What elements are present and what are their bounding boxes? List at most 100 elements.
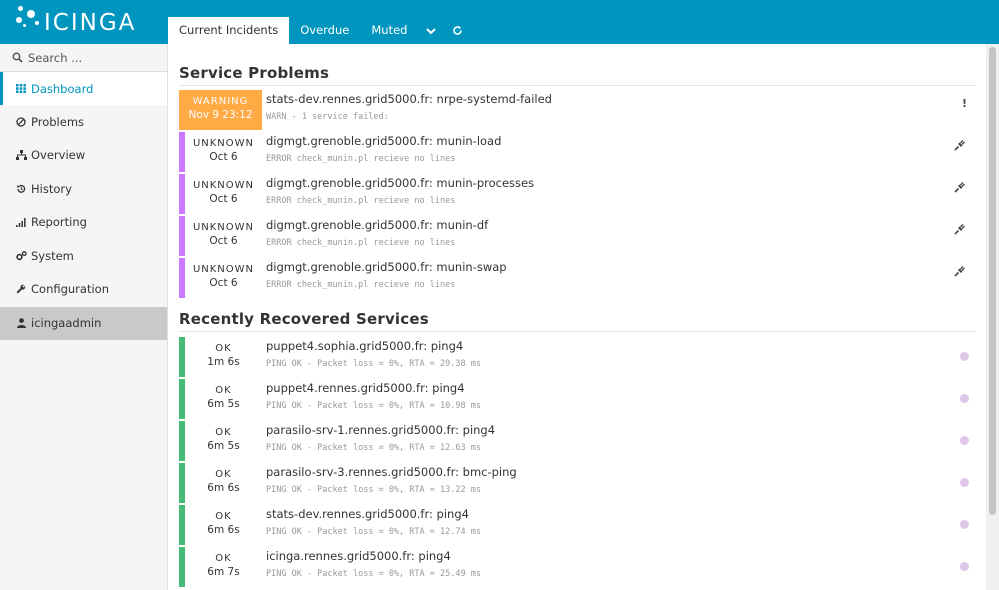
header: icinga Current Incidents Overdue Muted (0, 0, 999, 44)
sidebar-item-system[interactable]: System (0, 239, 167, 272)
plugin-output: ERROR check_munin.pl recieve no lines (266, 238, 456, 248)
search-placeholder: Search ... (28, 50, 83, 65)
service-name[interactable]: puppet4.sophia.grid5000.fr: ping4 (266, 339, 463, 353)
state-label: OK (215, 343, 232, 354)
system-icon (13, 250, 29, 261)
service-name[interactable]: stats-dev.rennes.grid5000.fr: nrpe-syste… (266, 92, 552, 106)
state-time: Nov 9 23:12 (188, 109, 253, 121)
service-name[interactable]: digmgt.grenoble.grid5000.fr: munin-proce… (266, 176, 534, 190)
sidebar-item-history[interactable]: History (0, 172, 167, 205)
sidebar: Search ... Dashboard Problems Overview H… (0, 44, 168, 590)
status-dot (960, 520, 969, 529)
scrollbar-thumb[interactable] (989, 47, 996, 515)
service-row[interactable]: UNKNOWN Oct 6 digmgt.grenoble.grid5000.f… (179, 216, 976, 256)
icinga-logo[interactable]: icinga (14, 2, 136, 40)
reporting-icon (13, 217, 29, 227)
state-time: Oct 6 (209, 277, 238, 289)
state-badge: UNKNOWN Oct 6 (179, 258, 262, 298)
plugin-output: ERROR check_munin.pl recieve no lines (266, 196, 456, 206)
service-row[interactable]: UNKNOWN Oct 6 digmgt.grenoble.grid5000.f… (179, 132, 976, 172)
sidebar-item-overview[interactable]: Overview (0, 139, 167, 172)
sidebar-item-label: Configuration (31, 282, 109, 297)
state-label: UNKNOWN (192, 138, 255, 149)
plugin-output: ERROR check_munin.pl recieve no lines (266, 280, 456, 290)
service-row[interactable]: OK 6m 5s parasilo-srv-1.rennes.grid5000.… (179, 421, 976, 461)
state-label: OK (215, 427, 232, 438)
service-name[interactable]: puppet4.rennes.grid5000.fr: ping4 (266, 381, 465, 395)
refresh-button[interactable] (444, 17, 470, 44)
search-input[interactable]: Search ... (0, 44, 167, 72)
state-time: 6m 5s (207, 398, 240, 410)
state-badge: OK 6m 5s (179, 421, 262, 461)
service-name[interactable]: digmgt.grenoble.grid5000.fr: munin-swap (266, 260, 507, 274)
sidebar-item-label: Reporting (31, 215, 87, 230)
service-row[interactable]: OK 1m 6s puppet4.sophia.grid5000.fr: pin… (179, 337, 976, 377)
service-row[interactable]: UNKNOWN Oct 6 digmgt.grenoble.grid5000.f… (179, 174, 976, 214)
state-time: 6m 5s (207, 440, 240, 452)
plug-icon (954, 224, 965, 235)
state-badge: OK 6m 7s (179, 547, 262, 587)
exclamation-icon: ! (961, 97, 967, 110)
sidebar-item-label: System (31, 248, 74, 263)
state-badge: OK 6m 5s (179, 379, 262, 419)
service-row[interactable]: WARNING Nov 9 23:12 stats-dev.rennes.gri… (179, 90, 976, 130)
state-label: OK (215, 553, 232, 564)
sidebar-item-configuration[interactable]: Configuration (0, 272, 167, 305)
recently-recovered-title[interactable]: Recently Recovered Services (179, 310, 976, 332)
scrollbar[interactable] (986, 44, 999, 590)
tab-overdue[interactable]: Overdue (289, 17, 360, 44)
service-row[interactable]: OK 6m 6s parasilo-srv-3.rennes.grid5000.… (179, 463, 976, 503)
state-label: UNKNOWN (192, 264, 255, 275)
state-label: UNKNOWN (192, 222, 255, 233)
service-row[interactable]: UNKNOWN Oct 6 digmgt.grenoble.grid5000.f… (179, 258, 976, 298)
state-label: WARNING (192, 96, 249, 107)
status-dot (960, 394, 969, 403)
plugin-output: PING OK - Packet loss = 0%, RTA = 29.38 … (266, 359, 481, 369)
logo-text: icinga (44, 10, 137, 36)
status-dot (960, 478, 969, 487)
tab-dropdown[interactable] (418, 17, 444, 44)
sidebar-item-user[interactable]: icingaadmin (0, 306, 167, 341)
service-row[interactable]: OK 6m 6s stats-dev.rennes.grid5000.fr: p… (179, 505, 976, 545)
state-label: OK (215, 511, 232, 522)
service-problems-title[interactable]: Service Problems (179, 64, 976, 86)
service-row[interactable]: OK 6m 7s icinga.rennes.grid5000.fr: ping… (179, 547, 976, 587)
plug-icon (954, 182, 965, 193)
plugin-output: PING OK - Packet loss = 0%, RTA = 12.74 … (266, 527, 481, 537)
tab-muted[interactable]: Muted (360, 17, 418, 44)
status-dot (960, 352, 969, 361)
plugin-output: ERROR check_munin.pl recieve no lines (266, 154, 456, 164)
dashboard-icon (13, 84, 29, 94)
sidebar-item-label: icingaadmin (31, 316, 102, 331)
problems-icon (13, 117, 29, 127)
search-icon (12, 52, 23, 63)
state-time: 1m 6s (207, 356, 240, 368)
sidebar-item-problems[interactable]: Problems (0, 105, 167, 138)
plug-icon (954, 140, 965, 151)
state-badge: UNKNOWN Oct 6 (179, 174, 262, 214)
service-name[interactable]: parasilo-srv-3.rennes.grid5000.fr: bmc-p… (266, 465, 517, 479)
state-time: 6m 7s (207, 566, 240, 578)
history-icon (13, 184, 29, 194)
state-badge: UNKNOWN Oct 6 (179, 216, 262, 256)
service-name[interactable]: stats-dev.rennes.grid5000.fr: ping4 (266, 507, 469, 521)
service-name[interactable]: digmgt.grenoble.grid5000.fr: munin-load (266, 134, 501, 148)
chevron-down-icon (426, 28, 437, 35)
state-time: Oct 6 (209, 235, 238, 247)
state-time: Oct 6 (209, 151, 238, 163)
sidebar-item-label: History (31, 181, 72, 196)
plug-icon (954, 266, 965, 277)
status-dot (960, 562, 969, 571)
service-name[interactable]: icinga.rennes.grid5000.fr: ping4 (266, 549, 451, 563)
service-name[interactable]: parasilo-srv-1.rennes.grid5000.fr: ping4 (266, 423, 495, 437)
user-icon (13, 318, 29, 329)
state-label: OK (215, 385, 232, 396)
status-dot (960, 436, 969, 445)
service-row[interactable]: OK 6m 5s puppet4.rennes.grid5000.fr: pin… (179, 379, 976, 419)
sidebar-item-reporting[interactable]: Reporting (0, 206, 167, 239)
state-badge: UNKNOWN Oct 6 (179, 132, 262, 172)
wrench-icon (13, 284, 29, 294)
tab-current-incidents[interactable]: Current Incidents (168, 17, 290, 44)
service-name[interactable]: digmgt.grenoble.grid5000.fr: munin-df (266, 218, 488, 232)
sidebar-item-dashboard[interactable]: Dashboard (0, 72, 167, 106)
